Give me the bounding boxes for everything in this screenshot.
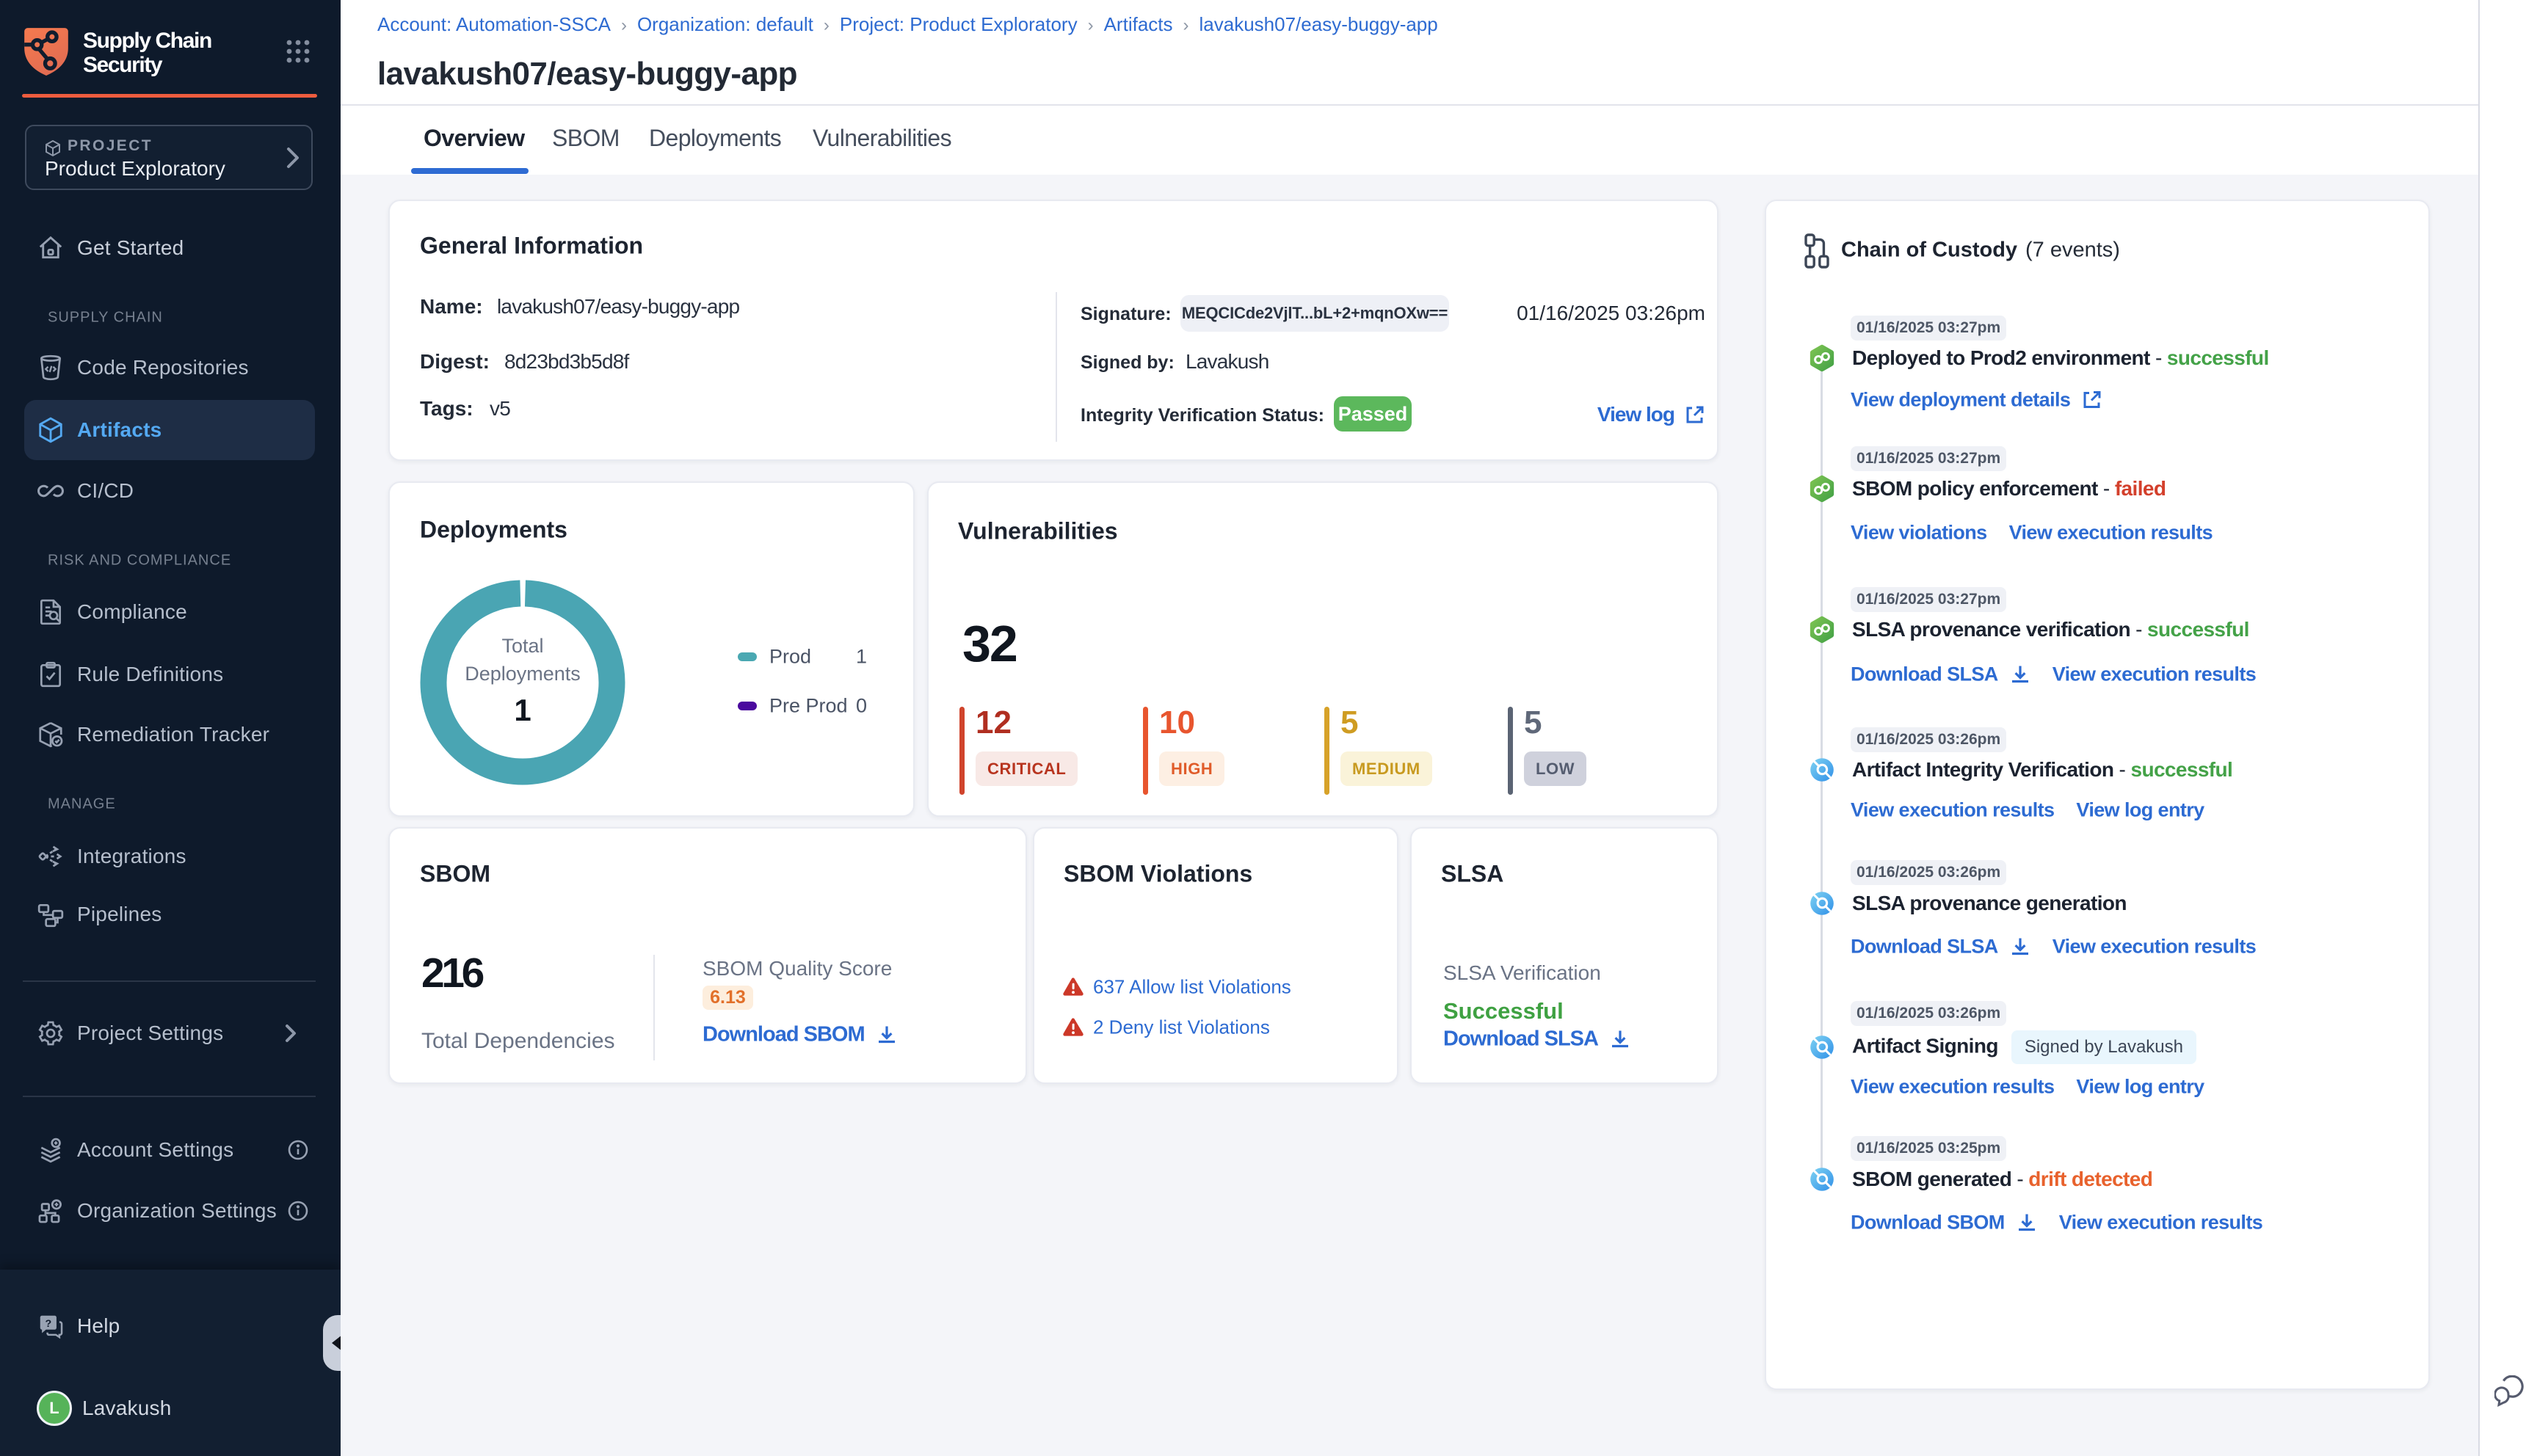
svg-text:?: ? [45, 1318, 51, 1330]
